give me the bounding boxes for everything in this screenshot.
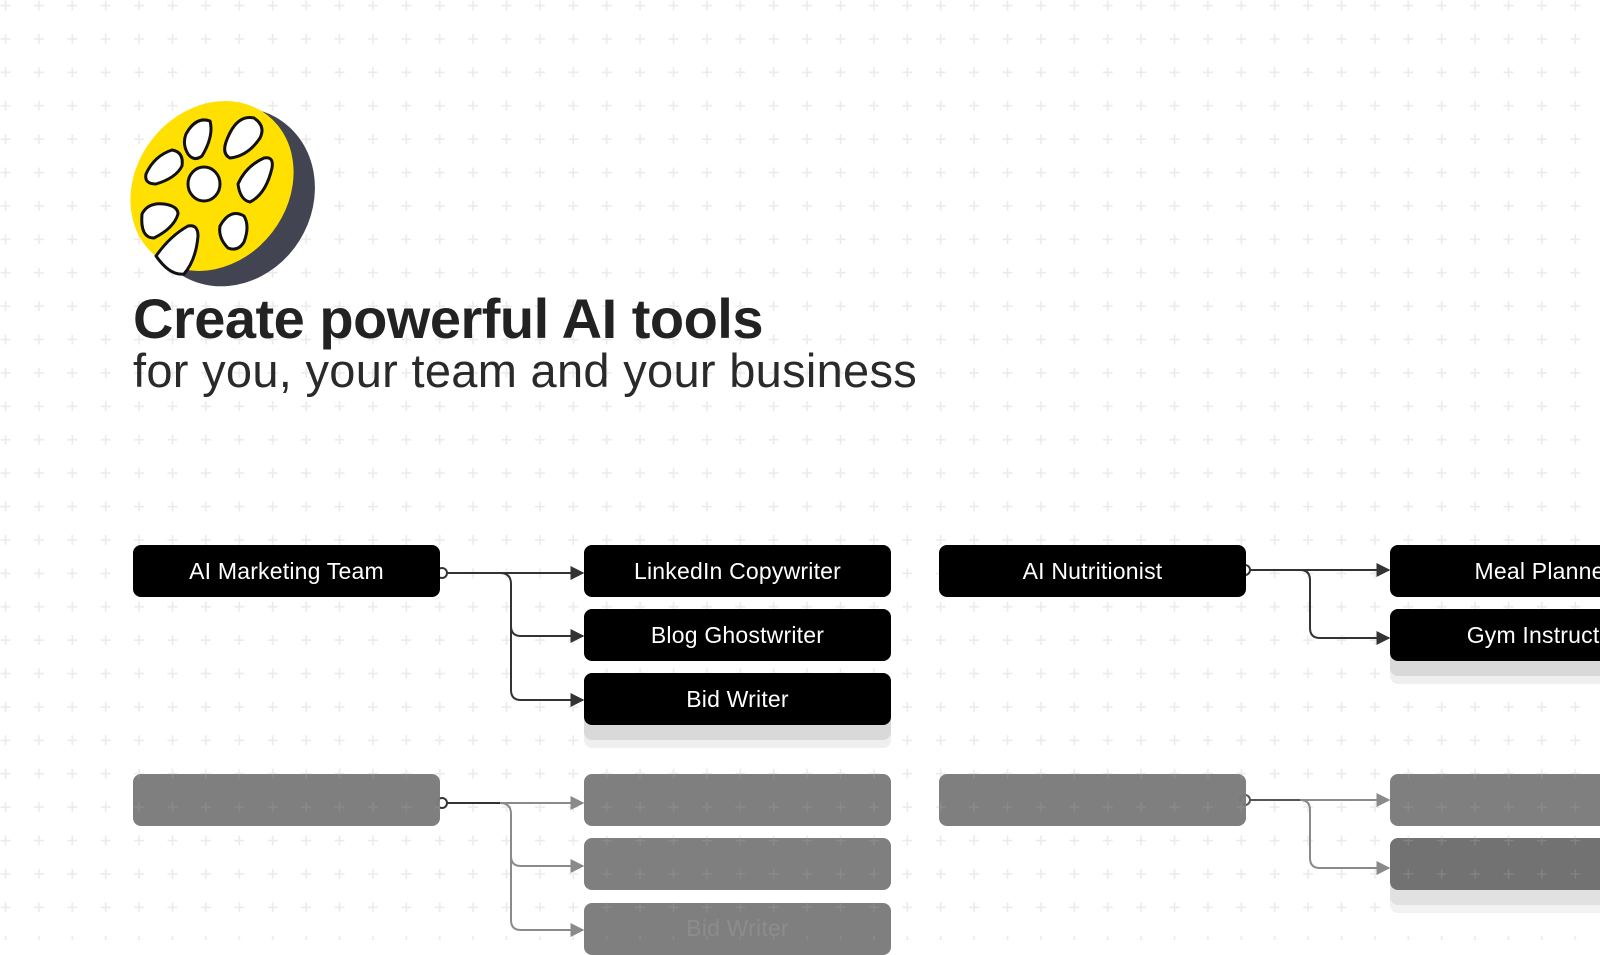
node-linkedin-copywriter[interactable]: LinkedIn Copywriter xyxy=(584,545,891,597)
node-blog-ghostwriter[interactable]: Blog Ghostwriter xyxy=(584,609,891,661)
page-subtitle: for you, your team and your business xyxy=(133,344,918,397)
faded-node-target xyxy=(584,838,891,890)
node-meal-planner[interactable]: Meal Planner xyxy=(1390,545,1600,597)
yellow-wheel-logo-icon xyxy=(130,101,315,287)
node-gym-instructor[interactable]: Gym Instructor xyxy=(1390,609,1600,661)
node-ai-nutritionist[interactable]: AI Nutritionist xyxy=(939,545,1246,597)
faded-node-target xyxy=(584,774,891,826)
faded-node-source xyxy=(939,774,1246,826)
faded-node-bid-writer: Bid Writer xyxy=(584,903,891,955)
page-title: Create powerful AI tools xyxy=(133,287,764,350)
faded-node-target xyxy=(1390,838,1600,890)
node-bid-writer[interactable]: Bid Writer xyxy=(584,673,891,725)
faded-node-source xyxy=(133,774,440,826)
faded-node-target xyxy=(1390,774,1600,826)
node-ai-marketing-team[interactable]: AI Marketing Team xyxy=(133,545,440,597)
